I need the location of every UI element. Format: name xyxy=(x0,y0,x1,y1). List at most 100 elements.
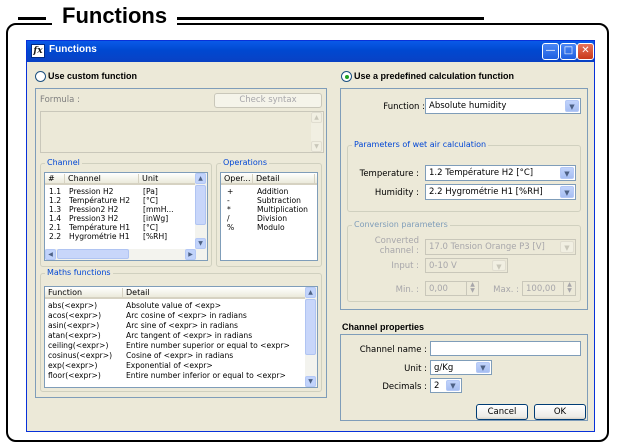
max-input[interactable]: 100,00 ▲ ▼ xyxy=(522,281,576,296)
list-cell: 2.2 xyxy=(49,232,62,241)
temperature-select-value: 1.2 Température H2 [°C] xyxy=(429,168,534,178)
list-item[interactable]: 1.2 Température H2 [°C] xyxy=(45,196,207,205)
col-math-detail[interactable]: Detail xyxy=(123,288,307,298)
decimals-select[interactable]: 2 ▼ xyxy=(430,378,462,393)
max-spinner-icon[interactable]: ▲ ▼ xyxy=(563,282,575,295)
col-operator[interactable]: Oper... xyxy=(221,174,253,184)
list-cell: 1.3 xyxy=(49,205,62,214)
chevron-down-icon[interactable]: ▼ xyxy=(560,241,574,253)
scroll-thumb[interactable] xyxy=(305,299,316,355)
check-syntax-button[interactable]: Check syntax xyxy=(214,93,322,108)
list-item[interactable]: 2.2 Hygrométrie H1 [%RH] xyxy=(45,232,207,241)
list-cell: + xyxy=(227,187,234,196)
channel-name-label: Channel name : xyxy=(359,345,427,355)
channel-hscroll[interactable]: ◀ ▶ xyxy=(45,249,207,260)
channel-vscroll[interactable]: ▲ ▼ xyxy=(195,173,207,249)
list-item[interactable]: atan(<expr>) Arc tangent of <expr> in rad… xyxy=(45,331,317,340)
list-cell: [inWg] xyxy=(143,214,169,223)
list-cell: Cosine of <expr> in radians xyxy=(126,351,234,360)
list-item[interactable]: % Modulo xyxy=(221,223,317,232)
list-item[interactable]: acos(<expr>) Arc cosine of <expr> in radi… xyxy=(45,311,317,320)
maximize-button[interactable]: □ xyxy=(560,43,577,60)
chevron-down-icon[interactable]: ▼ xyxy=(560,167,574,179)
list-item[interactable]: ceiling(<expr>) Entire number superior or… xyxy=(45,341,317,350)
list-cell: - xyxy=(227,196,230,205)
ok-button[interactable]: OK xyxy=(534,404,586,420)
list-item[interactable]: 1.3 Pression2 H2 [mmH... xyxy=(45,205,207,214)
maths-list-header: Function Detail xyxy=(45,287,317,299)
input-label: Input : xyxy=(391,261,419,271)
max-input-value: 100,00 xyxy=(526,284,556,294)
close-button[interactable]: ✕ xyxy=(577,43,594,60)
list-item[interactable]: * Multiplication xyxy=(221,205,317,214)
list-cell: Exponential of <expr> xyxy=(126,361,213,370)
list-cell: [mmH... xyxy=(143,205,174,214)
min-spinner-icon[interactable]: ▲ ▼ xyxy=(466,282,478,295)
chevron-down-icon[interactable]: ▼ xyxy=(446,380,460,391)
maths-vscroll[interactable]: ▲ ▼ xyxy=(305,287,317,387)
converted-label-line1: Converted xyxy=(374,236,419,246)
list-cell: Arc cosine of <expr> in radians xyxy=(126,311,247,320)
min-label: Min. : xyxy=(395,285,419,295)
chevron-down-icon[interactable]: ▼ xyxy=(565,100,579,112)
scroll-down-icon[interactable]: ▼ xyxy=(305,376,316,387)
scroll-down-icon[interactable]: ▼ xyxy=(195,238,206,249)
list-item[interactable]: - Subtraction xyxy=(221,196,317,205)
list-cell: [%RH] xyxy=(143,232,168,241)
minimize-button[interactable]: — xyxy=(542,43,559,60)
col-unit[interactable]: Unit xyxy=(139,174,197,184)
list-item[interactable]: 2.1 Température H1 [°C] xyxy=(45,223,207,232)
list-cell: acos(<expr>) xyxy=(48,311,102,320)
list-cell: cosinus(<expr>) xyxy=(48,351,113,360)
col-function[interactable]: Function xyxy=(45,288,123,298)
input-select[interactable]: 0-10 V ▼ xyxy=(425,258,508,273)
unit-select-value: g/Kg xyxy=(434,363,454,373)
scroll-thumb[interactable] xyxy=(195,185,206,225)
min-input[interactable]: 0,00 ▲ ▼ xyxy=(425,281,479,296)
channel-group-label: Channel xyxy=(45,158,82,167)
chevron-down-icon[interactable]: ▼ xyxy=(492,260,506,271)
scroll-down-icon[interactable]: ▼ xyxy=(311,141,322,152)
scroll-up-icon[interactable]: ▲ xyxy=(311,112,322,123)
list-cell: asin(<expr>) xyxy=(48,321,100,330)
chevron-down-icon[interactable]: ▼ xyxy=(560,186,574,198)
unit-label: Unit : xyxy=(404,364,427,374)
list-item[interactable]: asin(<expr>) Arc sine of <expr> in radian… xyxy=(45,321,317,330)
function-select[interactable]: Absolute humidity ▼ xyxy=(425,98,581,114)
scroll-left-icon[interactable]: ◀ xyxy=(45,249,56,260)
maths-functions-list[interactable]: Function Detail abs(<expr>) Absolute valu… xyxy=(44,286,318,388)
list-item[interactable]: cosinus(<expr>) Cosine of <expr> in radia… xyxy=(45,351,317,360)
humidity-select[interactable]: 2.2 Hygrométrie H1 [%RH] ▼ xyxy=(425,184,576,200)
list-cell: 1.1 xyxy=(49,187,62,196)
converted-channel-select[interactable]: 17.0 Tension Orange P3 [V] ▼ xyxy=(425,239,576,255)
temperature-select[interactable]: 1.2 Température H2 [°C] ▼ xyxy=(425,165,576,181)
list-item[interactable]: exp(<expr>) Exponential of <expr> xyxy=(45,361,317,370)
list-cell: exp(<expr>) xyxy=(48,361,98,370)
operations-list[interactable]: Oper... Detail + Addition - Subtraction * Mul… xyxy=(220,172,318,261)
list-item[interactable]: / Division xyxy=(221,214,317,223)
hscroll-thumb[interactable] xyxy=(57,249,129,259)
col-number[interactable]: # xyxy=(45,174,65,184)
list-item[interactable]: 1.1 Pression H2 [Pa] xyxy=(45,187,207,196)
min-input-value: 0,00 xyxy=(429,284,448,294)
list-item[interactable]: 1.4 Pression3 H2 [inWg] xyxy=(45,214,207,223)
cancel-button[interactable]: Cancel xyxy=(476,404,528,420)
formula-scrollbar[interactable]: ▲ ▼ xyxy=(311,112,323,152)
scroll-up-icon[interactable]: ▲ xyxy=(195,173,206,184)
formula-input[interactable]: ▲ ▼ xyxy=(40,111,324,153)
scroll-up-icon[interactable]: ▲ xyxy=(305,287,316,298)
col-channel[interactable]: Channel xyxy=(65,174,139,184)
col-detail[interactable]: Detail xyxy=(253,174,315,184)
channel-list[interactable]: # Channel Unit 1.1 Pression H2 [Pa] 1.2 Temp… xyxy=(44,172,208,261)
channel-name-input[interactable] xyxy=(430,341,581,356)
list-item[interactable]: floor(<expr>) Entire number inferior or e… xyxy=(45,371,317,380)
unit-select[interactable]: g/Kg ▼ xyxy=(430,360,492,375)
list-item[interactable]: abs(<expr>) Absolute value of <exp> xyxy=(45,301,317,310)
chevron-down-icon[interactable]: ▼ xyxy=(476,362,490,373)
custom-function-radio[interactable] xyxy=(35,71,46,82)
predefined-function-radio[interactable] xyxy=(341,71,352,82)
list-cell: atan(<expr>) xyxy=(48,331,101,340)
list-item[interactable]: + Addition xyxy=(221,187,317,196)
title-bar[interactable]: fx Functions — □ ✕ xyxy=(27,41,594,62)
scroll-right-icon[interactable]: ▶ xyxy=(185,249,196,260)
